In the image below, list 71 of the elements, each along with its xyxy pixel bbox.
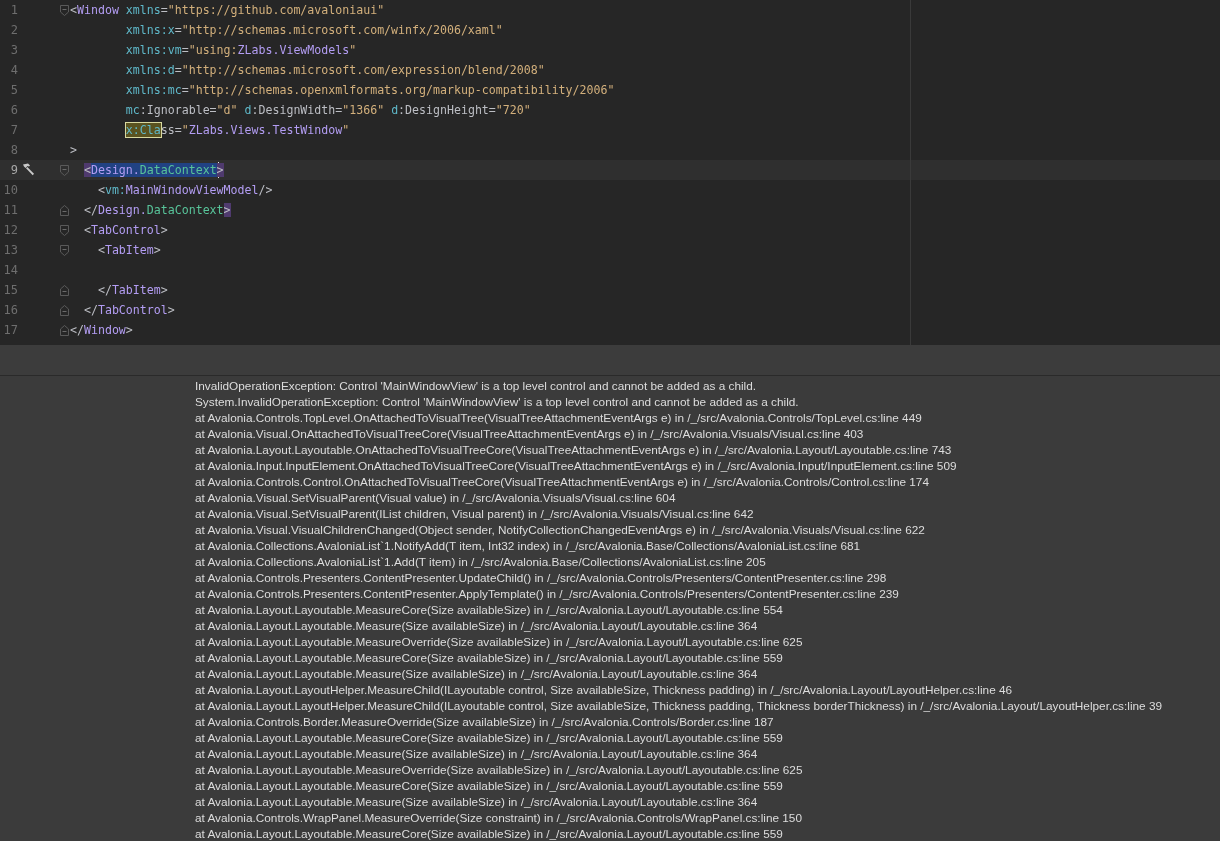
line-number: 17 — [2, 323, 18, 337]
line-number: 11 — [2, 203, 18, 217]
code-line: <TabControl> — [82, 222, 168, 239]
error-message-line: at Avalonia.Layout.Layoutable.MeasureOverride(Size availableSize) in /_/src/Avalonia.Layout/Layoutable.cs:line 625 — [195, 762, 803, 778]
line-number: 2 — [9, 23, 18, 37]
fold-icon[interactable] — [60, 284, 69, 296]
line-number: 7 — [9, 123, 18, 137]
error-message-line: at Avalonia.Controls.Border.MeasureOverride(Size availableSize) in /_/src/Avalonia.Controls/Border.cs:line 187 — [195, 714, 774, 730]
line-number: 15 — [2, 283, 18, 297]
code-line: </Design.DataContext> — [82, 202, 231, 219]
line-number: 8 — [9, 143, 18, 157]
error-message-line: at Avalonia.Collections.AvaloniaList`1.NotifyAdd(T item, Int32 index) in /_/src/Avalonia.Base/Collections/AvaloniaList.cs:line 681 — [195, 538, 861, 554]
error-message-line: at Avalonia.Layout.Layoutable.MeasureOverride(Size availableSize) in /_/src/Avalonia.Layout/Layoutable.cs:line 625 — [195, 634, 803, 650]
error-message-line: at Avalonia.Layout.Layoutable.MeasureCore(Size availableSize) in /_/src/Avalonia.Layout/Layoutable.cs:line 554 — [195, 602, 783, 618]
error-message-line: at Avalonia.Controls.Presenters.ContentPresenter.UpdateChild() in /_/src/Avalonia.Controls/Presenters/ContentPresenter.cs:line 298 — [195, 570, 887, 586]
error-message-line: at Avalonia.Controls.WrapPanel.MeasureOverride(Size constraint) in /_/src/Avalonia.Controls/WrapPanel.cs:line 150 — [195, 810, 802, 826]
code-line: xmlns:mc="http://schemas.openxmlformats.org/markup-compatibility/2006" — [124, 82, 615, 99]
error-message-line: System.InvalidOperationException: Control 'MainWindowView' is a top level control and cannot be added as a child. — [195, 394, 799, 410]
line-number: 3 — [9, 43, 18, 57]
line-number: 13 — [2, 243, 18, 257]
error-message-line: at Avalonia.Visual.SetVisualParent(IList children, Visual parent) in /_/src/Avalonia.Visuals/Visual.cs:line 642 — [195, 506, 754, 522]
error-message-line: at Avalonia.Layout.LayoutHelper.MeasureChild(ILayoutable control, Size availableSize, Thickness padding, Thickness borderThickness) in /_/src/Avalonia.Layout/LayoutHelper.cs:line 39 — [195, 698, 1163, 714]
code-line: </Window> — [70, 322, 133, 339]
error-message-line: at Avalonia.Visual.SetVisualParent(Visual value) in /_/src/Avalonia.Visuals/Visual.cs:line 604 — [195, 490, 676, 506]
error-message-line: at Avalonia.Collections.AvaloniaList`1.Add(T item) in /_/src/Avalonia.Base/Collections/AvaloniaList.cs:line 205 — [195, 554, 766, 570]
error-message-line: at Avalonia.Layout.Layoutable.Measure(Size availableSize) in /_/src/Avalonia.Layout/Layoutable.cs:line 364 — [195, 618, 758, 634]
code-line: </TabControl> — [82, 302, 175, 319]
fold-icon[interactable] — [60, 4, 69, 16]
code-line: <TabItem> — [96, 242, 161, 259]
code-line: xmlns:d="http://schemas.microsoft.com/expression/blend/2008" — [124, 62, 545, 79]
code-line: <Design.DataContext> — [82, 162, 224, 179]
line-number: 10 — [2, 183, 18, 197]
line-number: 4 — [9, 63, 18, 77]
error-message-line: at Avalonia.Controls.TopLevel.OnAttachedToVisualTree(VisualTreeAttachmentEventArgs e) in /_/src/Avalonia.Controls/TopLevel.cs:line 449 — [195, 410, 922, 426]
error-message-line: InvalidOperationException: Control 'MainWindowView' is a top level control and cannot be added as a child. — [195, 378, 757, 394]
error-message-line: at Avalonia.Controls.Control.OnAttachedToVisualTreeCore(VisualTreeAttachmentEventArgs e) in /_/src/Avalonia.Controls/Control.cs:line 174 — [195, 474, 929, 490]
error-message-line: at Avalonia.Layout.Layoutable.Measure(Size availableSize) in /_/src/Avalonia.Layout/Layoutable.cs:line 364 — [195, 666, 758, 682]
code-line: </TabItem> — [96, 282, 168, 299]
error-message-line: at Avalonia.Layout.Layoutable.Measure(Size availableSize) in /_/src/Avalonia.Layout/Layoutable.cs:line 364 — [195, 746, 758, 762]
code-line: <vm:MainWindowViewModel/> — [96, 182, 273, 199]
error-message-line: at Avalonia.Layout.Layoutable.MeasureCore(Size availableSize) in /_/src/Avalonia.Layout/Layoutable.cs:line 559 — [195, 826, 783, 841]
error-message-line: at Avalonia.Layout.Layoutable.MeasureCore(Size availableSize) in /_/src/Avalonia.Layout/Layoutable.cs:line 559 — [195, 730, 783, 746]
error-message-line: at Avalonia.Controls.Presenters.ContentPresenter.ApplyTemplate() in /_/src/Avalonia.Controls/Presenters/ContentPresenter.cs:line 239 — [195, 586, 899, 602]
code-line: > — [70, 142, 77, 159]
line-number: 5 — [9, 83, 18, 97]
line-number: 16 — [2, 303, 18, 317]
fold-icon[interactable] — [60, 224, 69, 236]
line-number: 9 — [9, 163, 18, 177]
line-number: 6 — [9, 103, 18, 117]
error-message-line: at Avalonia.Input.InputElement.OnAttachedToVisualTreeCore(VisualTreeAttachmentEventArgs e) in /_/src/Avalonia.Input/InputElement.cs:line 509 — [195, 458, 957, 474]
error-message-line: at Avalonia.Visual.OnAttachedToVisualTreeCore(VisualTreeAttachmentEventArgs e) in /_/src/Avalonia.Visuals/Visual.cs:line 403 — [195, 426, 864, 442]
fold-icon[interactable] — [60, 324, 69, 336]
hammer-icon[interactable] — [20, 163, 35, 177]
line-number: 12 — [2, 223, 18, 237]
error-message-line: at Avalonia.Layout.Layoutable.MeasureCore(Size availableSize) in /_/src/Avalonia.Layout/Layoutable.cs:line 559 — [195, 778, 783, 794]
line-number: 1 — [9, 3, 18, 17]
code-line: xmlns:x="http://schemas.microsoft.com/winfx/2006/xaml" — [124, 22, 503, 39]
code-line: <Window xmlns="https://github.com/avaloniaui" — [70, 2, 385, 19]
fold-icon[interactable] — [60, 204, 69, 216]
error-message-line: at Avalonia.Layout.Layoutable.OnAttachedToVisualTreeCore(VisualTreeAttachmentEventArgs e) in /_/src/Avalonia.Layout/Layoutable.cs:line 743 — [195, 442, 952, 458]
fold-icon[interactable] — [60, 164, 69, 176]
error-message-line: at Avalonia.Layout.LayoutHelper.MeasureChild(ILayoutable control, Size availableSize, Thickness padding) in /_/src/Avalonia.Layout/LayoutHelper.cs:line 46 — [195, 682, 1013, 698]
fold-icon[interactable] — [60, 304, 69, 316]
error-message-line: at Avalonia.Layout.Layoutable.MeasureCore(Size availableSize) in /_/src/Avalonia.Layout/Layoutable.cs:line 559 — [195, 650, 783, 666]
error-message-line: at Avalonia.Layout.Layoutable.Measure(Size availableSize) in /_/src/Avalonia.Layout/Layoutable.cs:line 364 — [195, 794, 758, 810]
line-number: 14 — [2, 263, 18, 277]
code-line: xmlns:vm="using:ZLabs.ViewModels" — [124, 42, 357, 59]
code-line: x:Class="ZLabs.Views.TestWindow" — [124, 122, 350, 139]
error-message-line: at Avalonia.Visual.VisualChildrenChanged(Object sender, NotifyCollectionChangedEventArgs e) in /_/src/Avalonia.Visuals/Visual.cs:line 622 — [195, 522, 925, 538]
fold-icon[interactable] — [60, 244, 69, 256]
code-line: mc:Ignorable="d" d:DesignWidth="1366" d:DesignHeight="720" — [124, 102, 531, 119]
